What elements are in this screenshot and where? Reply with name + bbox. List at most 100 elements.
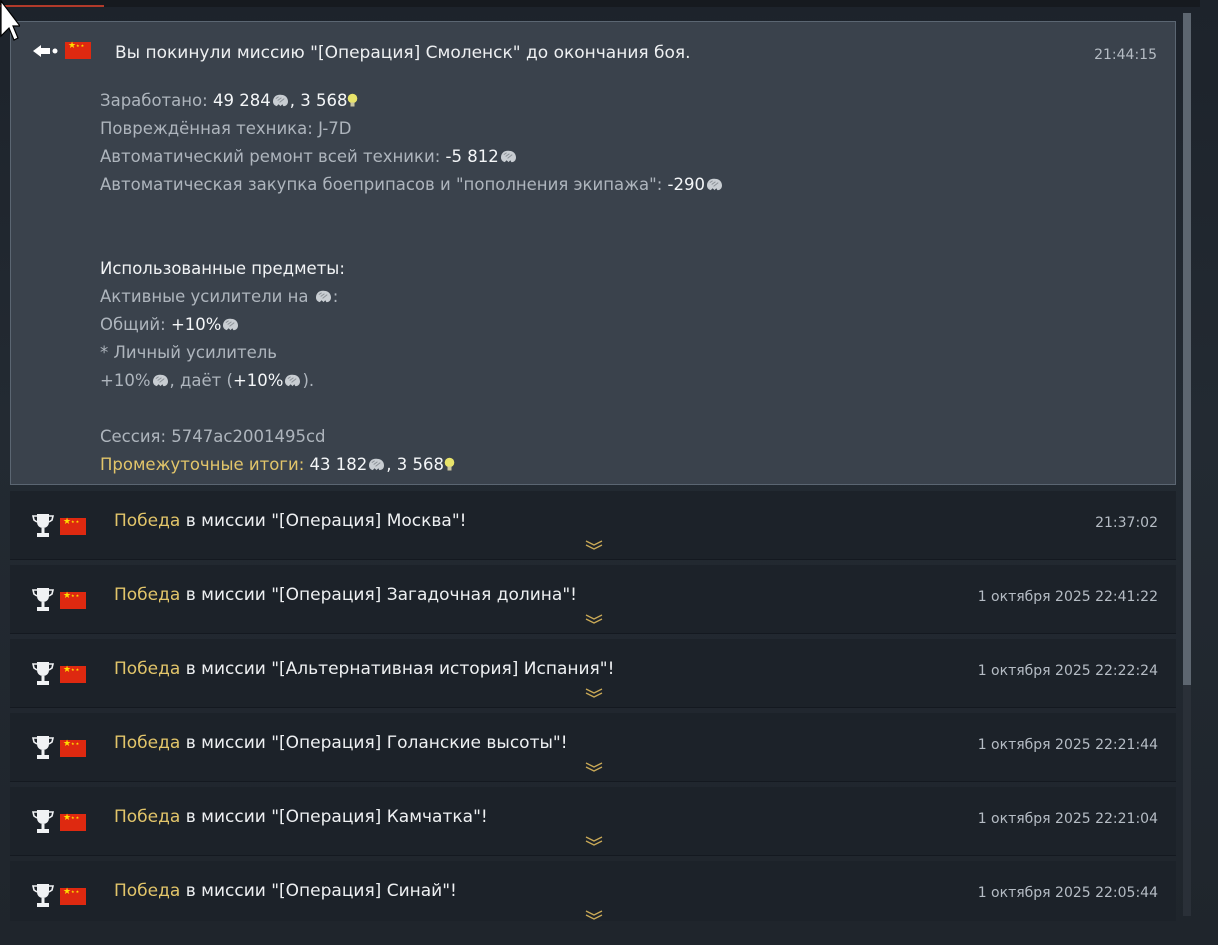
flag-china-icon xyxy=(60,590,86,609)
chevron-down-icon[interactable] xyxy=(584,761,604,773)
entry-time: 21:37:02 xyxy=(1095,515,1158,531)
trophy-icon xyxy=(32,588,54,611)
earned-label: Заработано: xyxy=(100,91,213,110)
ammo-line: Автоматическая закупка боеприпасов и "по… xyxy=(100,175,724,194)
log-entry-victory[interactable]: Победа в миссии "[Альтернативная история… xyxy=(10,639,1176,708)
left-arrow-icon xyxy=(33,44,58,57)
session-value[interactable]: 5747ac2001495cd xyxy=(171,427,325,446)
entry-time: 1 октября 2025 22:22:24 xyxy=(977,663,1158,679)
entry-icons xyxy=(32,809,86,835)
personal-value: +10% xyxy=(100,371,151,390)
flag-china-icon xyxy=(60,812,86,831)
flag-china-icon xyxy=(60,738,86,757)
entry-time: 1 октября 2025 22:05:44 xyxy=(977,885,1158,901)
lion-silver-icon xyxy=(285,374,301,387)
boosters-colon: : xyxy=(332,287,339,306)
subtotal-rp: 3 568 xyxy=(396,455,444,474)
log-entry-victory[interactable]: Победа в миссии "[Операция] Москва"! 21:… xyxy=(10,491,1176,560)
top-bar xyxy=(0,0,1200,7)
entry-time: 1 октября 2025 22:21:44 xyxy=(977,737,1158,753)
chevron-down-icon[interactable] xyxy=(584,909,604,921)
subtotal-silver: 43 182 xyxy=(309,455,368,474)
chevron-down-icon[interactable] xyxy=(584,539,604,551)
lion-silver-icon xyxy=(152,374,168,387)
victory-word: Победа xyxy=(114,511,181,531)
log-entry-victory[interactable]: Победа в миссии "[Операция] Синай"! 1 ок… xyxy=(10,861,1176,921)
damaged-label: Повреждённая техника: xyxy=(100,119,319,138)
earned-line: Заработано: 49 284, 3 568 xyxy=(100,91,358,110)
victory-word: Победа xyxy=(114,881,181,901)
ammo-label: Автоматическая закупка боеприпасов и "по… xyxy=(100,175,668,194)
log-entry-victory[interactable]: Победа в миссии "[Операция] Камчатка"! 1… xyxy=(10,787,1176,856)
log-entry-victory[interactable]: Победа в миссии "[Операция] Загадочная д… xyxy=(10,565,1176,634)
lion-silver-icon xyxy=(369,458,385,471)
mouse-cursor-icon xyxy=(0,0,20,41)
chevron-down-icon[interactable] xyxy=(584,613,604,625)
flag-china-icon xyxy=(60,516,86,535)
gives-close: ). xyxy=(302,371,315,390)
general-label: Общий: xyxy=(100,315,171,334)
mission-name: в миссии "[Операция] Загадочная долина"! xyxy=(180,585,577,605)
trophy-icon xyxy=(32,514,54,537)
mission-name: в миссии "[Операция] Москва"! xyxy=(180,511,467,531)
subtotal-separator: , xyxy=(386,455,397,474)
bulb-rp-icon xyxy=(444,457,455,471)
victory-word: Победа xyxy=(114,585,181,605)
ammo-value: -290 xyxy=(667,175,705,194)
repair-value: -5 812 xyxy=(445,147,499,166)
entry-title: Вы покинули миссию "[Операция] Смоленск"… xyxy=(115,43,691,63)
flag-china-icon xyxy=(65,40,91,59)
scrollbar-thumb[interactable] xyxy=(1183,13,1191,685)
used-items-heading: Использованные предметы: xyxy=(100,259,345,278)
entry-title: Победа в миссии "[Операция] Синай"! xyxy=(114,881,457,901)
entry-time: 1 октября 2025 22:21:04 xyxy=(977,811,1158,827)
damaged-line: Повреждённая техника: J-7D xyxy=(100,119,352,138)
entry-icons xyxy=(32,661,86,687)
subtotal-label: Промежуточные итоги: xyxy=(100,455,310,474)
mission-name: в миссии "[Операция] Синай"! xyxy=(180,881,457,901)
personal-booster-line: +10%, даёт (+10%). xyxy=(100,371,314,390)
flag-china-icon xyxy=(60,886,86,905)
boosters-label: Активные усилители на xyxy=(100,287,314,306)
repair-label: Автоматический ремонт всей техники: xyxy=(100,147,446,166)
personal-booster-label: * Личный усилитель xyxy=(100,343,278,362)
entry-icons xyxy=(33,40,91,59)
entry-title: Победа в миссии "[Операция] Загадочная д… xyxy=(114,585,577,605)
entry-icons xyxy=(32,735,86,761)
lion-silver-icon xyxy=(315,290,331,303)
boosters-line: Активные усилители на : xyxy=(100,287,338,306)
damaged-value: J-7D xyxy=(318,119,352,138)
lion-silver-icon xyxy=(223,318,239,331)
chevron-down-icon[interactable] xyxy=(584,687,604,699)
earned-separator: , xyxy=(289,91,301,110)
repair-line: Автоматический ремонт всей техники: -5 8… xyxy=(100,147,518,166)
chevron-down-icon[interactable] xyxy=(584,835,604,847)
bulb-rp-icon xyxy=(348,93,358,107)
battle-log-list: Вы покинули миссию "[Операция] Смоленск"… xyxy=(10,21,1176,921)
entry-title: Победа в миссии "[Альтернативная история… xyxy=(114,659,614,679)
session-label: Сессия: xyxy=(100,427,172,446)
general-booster-line: Общий: +10% xyxy=(100,315,240,334)
log-entry-header[interactable]: Вы покинули миссию "[Операция] Смоленск"… xyxy=(11,22,1175,86)
victory-word: Победа xyxy=(114,807,181,827)
entry-icons xyxy=(32,587,86,613)
victory-word: Победа xyxy=(114,659,181,679)
trophy-icon xyxy=(32,662,54,685)
log-entry-victory[interactable]: Победа в миссии "[Операция] Голанские вы… xyxy=(10,713,1176,782)
flag-china-icon xyxy=(60,664,86,683)
entry-icons xyxy=(32,513,86,539)
entry-time: 21:44:15 xyxy=(1094,47,1157,63)
log-entry-expanded[interactable]: Вы покинули миссию "[Операция] Смоленск"… xyxy=(10,21,1176,485)
entry-title: Победа в миссии "[Операция] Камчатка"! xyxy=(114,807,488,827)
trophy-icon xyxy=(32,810,54,833)
session-line: Сессия: 5747ac2001495cd xyxy=(100,427,326,446)
gives-value: +10% xyxy=(232,371,284,390)
trophy-icon xyxy=(32,884,54,907)
earned-silver: 49 284 xyxy=(212,91,271,110)
entry-icons xyxy=(32,883,86,909)
mission-name: в миссии "[Альтернативная история] Испан… xyxy=(180,659,615,679)
mission-name: в миссии "[Операция] Голанские высоты"! xyxy=(180,733,568,753)
earned-rp: 3 568 xyxy=(300,91,348,110)
lion-silver-icon xyxy=(706,178,722,191)
victory-word: Победа xyxy=(114,733,181,753)
